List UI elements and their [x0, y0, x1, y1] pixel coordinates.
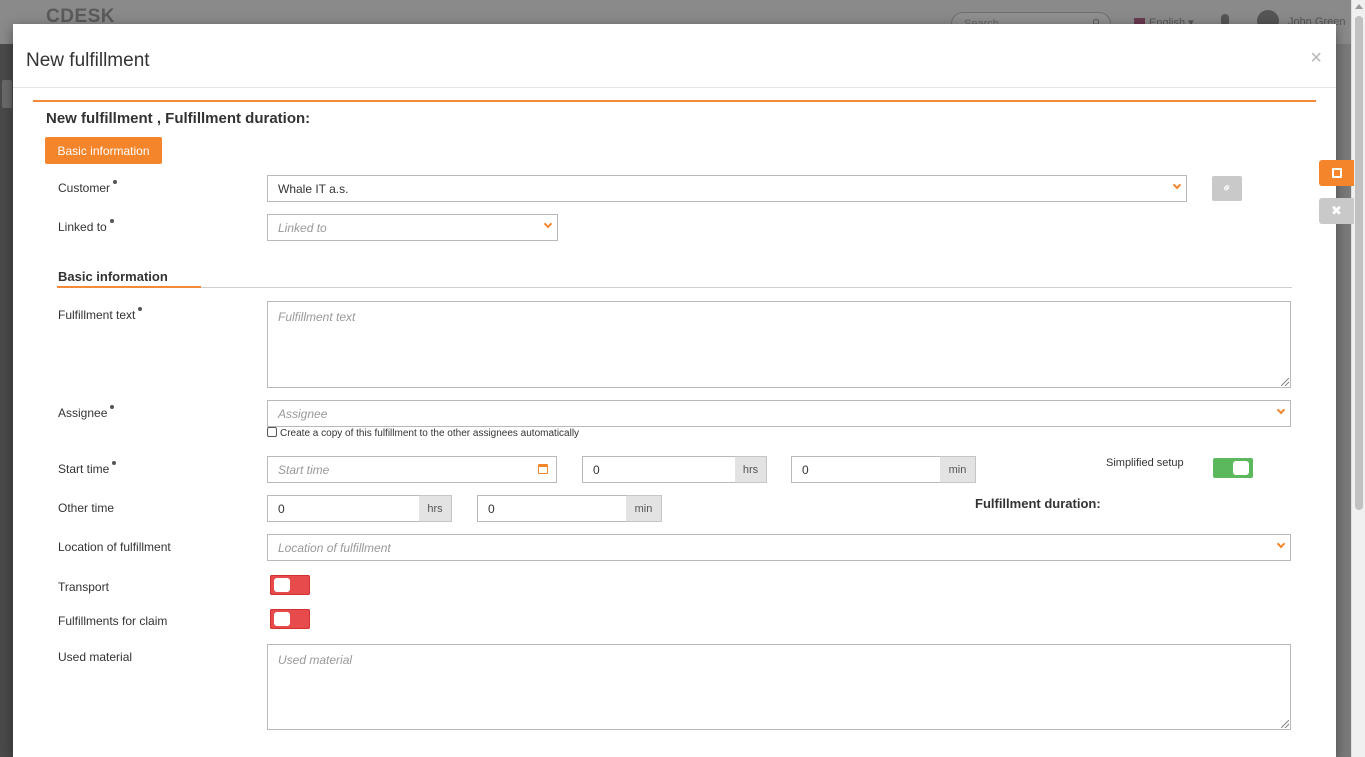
simplified-setup-label: Simplified setup: [1106, 457, 1184, 469]
toggle-knob: [274, 612, 290, 626]
required-marker: [113, 180, 118, 184]
notification-bell-icon: [1221, 14, 1229, 24]
form-heading: New fulfillment , Fulfillment duration:: [46, 110, 311, 127]
section-divider: [57, 287, 1292, 288]
resize-handle-icon[interactable]: [1281, 378, 1289, 386]
new-fulfillment-modal: New fulfillment × New fulfillment , Fulf…: [13, 24, 1336, 757]
chevron-down-icon: [1276, 405, 1286, 415]
chevron-down-icon: [543, 219, 553, 229]
claim-label: Fulfillments for claim: [58, 614, 168, 628]
fulfillment-text-label-text: Fulfillment text: [58, 308, 136, 322]
used-material-label: Used material: [58, 650, 133, 664]
transport-toggle[interactable]: [270, 575, 310, 595]
scrollbar-thumb[interactable]: [1355, 16, 1363, 510]
claim-toggle[interactable]: [270, 609, 310, 629]
customer-label-text: Customer: [58, 181, 111, 195]
link-icon: ⚭: [1218, 179, 1236, 197]
sidebar-tab: [2, 80, 12, 108]
cancel-button[interactable]: ✖: [1319, 198, 1354, 224]
required-marker: [138, 307, 143, 311]
fulfillment-text-input[interactable]: Fulfillment text: [267, 301, 1291, 388]
assignee-placeholder: Assignee: [278, 407, 328, 421]
modal-header: New fulfillment ×: [13, 24, 1336, 88]
start-hours-value: 0: [593, 463, 600, 477]
toggle-knob: [274, 578, 290, 592]
assignee-label: Assignee: [58, 405, 115, 420]
cancel-icon: ✖: [1331, 203, 1342, 218]
used-material-input[interactable]: Used material: [267, 644, 1291, 730]
customer-value: Whale IT a.s.: [278, 182, 349, 196]
other-minutes-value: 0: [488, 502, 495, 516]
location-placeholder: Location of fulfillment: [278, 541, 391, 555]
copy-to-assignees-label: Create a copy of this fulfillment to the…: [280, 428, 580, 439]
location-label: Location of fulfillment: [58, 540, 171, 554]
other-time-label: Other time: [58, 501, 115, 515]
other-hours-value: 0: [278, 502, 285, 516]
linked-to-placeholder: Linked to: [278, 221, 327, 235]
calendar-icon[interactable]: [538, 464, 548, 474]
linked-to-select[interactable]: Linked to: [267, 214, 558, 241]
copy-to-assignees-checkbox[interactable]: Create a copy of this fulfillment to the…: [267, 427, 579, 439]
fulfillment-duration-label: Fulfillment duration:: [975, 496, 1101, 511]
form-top-divider: [33, 100, 1316, 102]
close-icon[interactable]: ×: [1310, 48, 1322, 68]
location-select[interactable]: Location of fulfillment: [267, 534, 1291, 561]
toggle-knob: [1233, 461, 1249, 475]
start-time-input[interactable]: Start time: [267, 456, 557, 483]
save-button[interactable]: [1319, 160, 1354, 186]
minutes-unit-addon: min: [940, 456, 976, 483]
fulfillment-text-label: Fulfillment text: [58, 307, 143, 322]
section-divider-accent: [57, 286, 201, 288]
resize-handle-icon[interactable]: [1281, 720, 1289, 728]
other-hours-input[interactable]: 0: [267, 495, 420, 522]
simplified-setup-toggle[interactable]: [1213, 458, 1253, 478]
link-button[interactable]: ⚭: [1212, 176, 1242, 201]
floppy-disk-icon: [1332, 168, 1342, 178]
chevron-down-icon: [1172, 180, 1182, 190]
checkbox-icon[interactable]: [267, 427, 277, 437]
hours-unit-addon: hrs: [419, 495, 452, 522]
customer-select[interactable]: Whale IT a.s.: [267, 175, 1187, 202]
scroll-up-icon[interactable]: [1355, 4, 1363, 9]
tab-basic-information[interactable]: Basic information: [45, 137, 162, 164]
start-time-label-text: Start time: [58, 462, 110, 476]
hours-unit-addon: hrs: [735, 456, 767, 483]
start-time-label: Start time: [58, 461, 117, 476]
other-minutes-input[interactable]: 0: [477, 495, 627, 522]
linked-to-label: Linked to: [58, 219, 114, 234]
chevron-down-icon: [1276, 539, 1286, 549]
section-title-basic-information: Basic information: [58, 269, 168, 284]
assignee-select[interactable]: Assignee: [267, 400, 1291, 427]
customer-label: Customer: [58, 180, 118, 195]
minutes-unit-addon: min: [626, 495, 662, 522]
required-marker: [109, 219, 114, 223]
required-marker: [110, 405, 115, 409]
used-material-placeholder: Used material: [278, 653, 353, 667]
required-marker: [112, 461, 117, 465]
transport-label: Transport: [58, 580, 109, 594]
assignee-label-text: Assignee: [58, 406, 108, 420]
start-minutes-input[interactable]: 0: [791, 456, 941, 483]
start-time-placeholder: Start time: [278, 463, 330, 477]
linked-to-label-text: Linked to: [58, 220, 107, 234]
sidebar-background: [0, 44, 13, 757]
start-hours-input[interactable]: 0: [582, 456, 736, 483]
start-minutes-value: 0: [802, 463, 809, 477]
modal-title: New fulfillment: [26, 50, 150, 71]
fulfillment-text-placeholder: Fulfillment text: [278, 310, 356, 324]
page-scrollbar[interactable]: [1351, 0, 1365, 757]
